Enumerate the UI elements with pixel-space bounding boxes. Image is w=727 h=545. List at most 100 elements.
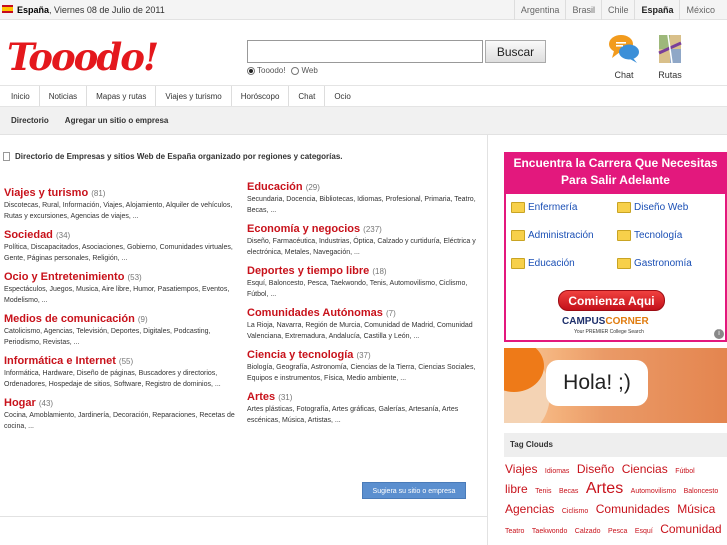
ad-item-link[interactable]: Administración [511, 230, 594, 241]
tag-link[interactable]: Diseño [577, 462, 614, 476]
tag-link[interactable]: Música [677, 502, 715, 516]
category-title[interactable]: Economía y negocios (237) [247, 223, 479, 236]
suggest-site-button[interactable]: Sugiera su sitio o empresa [362, 482, 466, 499]
ad-item-label[interactable]: Gastronomía [634, 258, 692, 269]
category-name[interactable]: Ocio y Entretenimiento [4, 271, 124, 283]
category-subcategories[interactable]: Secundaria, Docencia, Bibliotecas, Idiom… [247, 194, 479, 216]
tag-link[interactable]: Baloncesto [684, 488, 719, 495]
search-input[interactable] [247, 40, 483, 63]
ad-item-link[interactable]: Gastronomía [617, 258, 692, 269]
nav-item[interactable]: Viajes y turismo [156, 86, 232, 106]
ad-item-link[interactable]: Educación [511, 258, 575, 269]
category-block: Deportes y tiempo libre (18) Esquí, Balon… [247, 265, 479, 300]
tag-link[interactable]: Automovilismo [631, 488, 677, 495]
ad-item-link[interactable]: Tecnología [617, 230, 682, 241]
tag-link[interactable]: Artes [586, 480, 623, 497]
category-title[interactable]: Viajes y turismo (81) [4, 187, 236, 200]
category-subcategories[interactable]: Informática, Hardware, Diseño de páginas… [4, 368, 236, 390]
category-name[interactable]: Artes [247, 391, 275, 403]
tag-link[interactable]: Viajes [505, 462, 537, 476]
ad-item-link[interactable]: Diseño Web [617, 202, 688, 213]
radio-web[interactable] [291, 66, 300, 75]
tag-link[interactable]: Becas [559, 488, 578, 495]
tag-link[interactable]: Agencias [505, 502, 554, 516]
category-name[interactable]: Deportes y tiempo libre [247, 265, 369, 277]
tag-link[interactable]: Comunidades [596, 502, 670, 516]
category-count: (55) [118, 357, 134, 366]
tag-link[interactable]: Ciencias [622, 462, 668, 476]
tag-link[interactable]: Esquí [635, 528, 653, 535]
category-block: Economía y negocios (237) Diseño, Farmacé… [247, 223, 479, 258]
category-name[interactable]: Educación [247, 181, 303, 193]
folder-icon [617, 230, 631, 241]
country-link[interactable]: México [679, 0, 721, 20]
nav-item[interactable]: Horóscopo [232, 86, 290, 106]
subnav-item[interactable]: Agregar un sitio o empresa [57, 107, 177, 134]
category-title[interactable]: Artes (31) [247, 391, 479, 404]
nav-item[interactable]: Ocio [325, 86, 359, 106]
tag-link[interactable]: Tenis [535, 488, 551, 495]
category-title[interactable]: Hogar (43) [4, 397, 236, 410]
category-subcategories[interactable]: Catolicismo, Agencias, Televisión, Depor… [4, 326, 236, 348]
tag-link[interactable]: Teatro [505, 528, 524, 535]
tag-link[interactable]: libre [505, 482, 528, 496]
site-logo[interactable]: Tooodo! [7, 37, 159, 77]
nav-item[interactable]: Noticias [40, 86, 88, 106]
tag-link[interactable]: Calzado [575, 528, 601, 535]
tag-link[interactable]: Fútbol [675, 468, 694, 475]
nav-item[interactable]: Mapas y rutas [87, 86, 157, 106]
category-subcategories[interactable]: Artes plásticas, Fotografía, Artes gráfi… [247, 404, 479, 426]
tag-link[interactable]: Idiomas [545, 468, 570, 475]
ad-item-label[interactable]: Educación [528, 258, 575, 269]
ad-cta-button[interactable]: Comienza Aqui [558, 290, 665, 311]
category-subcategories[interactable]: Cocina, Amoblamiento, Jardinería, Decora… [4, 410, 236, 432]
category-subcategories[interactable]: Biología, Geografía, Astronomía, Ciencia… [247, 362, 479, 384]
category-name[interactable]: Ciencia y tecnología [247, 349, 353, 361]
ad-item-label[interactable]: Administración [528, 230, 594, 241]
tag-link[interactable]: Ciclismo [562, 508, 588, 515]
ad-item-link[interactable]: Enfermería [511, 202, 577, 213]
ad-item-label[interactable]: Enfermería [528, 202, 577, 213]
ad-item-label[interactable]: Diseño Web [634, 202, 688, 213]
category-title[interactable]: Deportes y tiempo libre (18) [247, 265, 479, 278]
radio-tooodo[interactable] [247, 66, 255, 75]
country-link[interactable]: Brasil [565, 0, 601, 20]
routes-tool[interactable]: Rutas [647, 33, 693, 80]
category-title[interactable]: Medios de comunicación (9) [4, 313, 236, 326]
category-title[interactable]: Ocio y Entretenimiento (53) [4, 271, 236, 284]
search-button[interactable]: Buscar [485, 40, 546, 63]
category-count: (43) [38, 399, 54, 408]
category-title[interactable]: Informática e Internet (55) [4, 355, 236, 368]
category-name[interactable]: Comunidades Autónomas [247, 307, 383, 319]
category-subcategories[interactable]: Política, Discapacitados, Asociaciones, … [4, 242, 236, 264]
category-subcategories[interactable]: Espectáculos, Juegos, Musica, Aire libre… [4, 284, 236, 306]
category-title[interactable]: Comunidades Autónomas (7) [247, 307, 479, 320]
category-title[interactable]: Sociedad (34) [4, 229, 236, 242]
campus-ad[interactable]: Encuentra la Carrera Que Necesitas Para … [504, 152, 727, 342]
tag-link[interactable]: Pesca [608, 528, 627, 535]
country-link[interactable]: Argentina [513, 0, 566, 20]
category-title[interactable]: Educación (29) [247, 181, 479, 194]
category-title[interactable]: Ciencia y tecnología (37) [247, 349, 479, 362]
tag-link[interactable]: Taekwondo [532, 528, 567, 535]
category-subcategories[interactable]: Diseño, Farmacéutica, Industrias, Óptica… [247, 236, 479, 258]
nav-item[interactable]: Inicio [2, 86, 40, 106]
category-name[interactable]: Informática e Internet [4, 355, 116, 367]
category-name[interactable]: Sociedad [4, 229, 53, 241]
category-name[interactable]: Hogar [4, 397, 36, 409]
category-subcategories[interactable]: Esquí, Baloncesto, Pesca, Taekwondo, Ten… [247, 278, 479, 300]
nav-item[interactable]: Chat [289, 86, 326, 106]
country-link[interactable]: Chile [600, 0, 635, 20]
hola-ad[interactable]: Hola! ;) [504, 348, 727, 423]
ad-info-icon[interactable]: i [714, 329, 724, 339]
subnav-item[interactable]: Directorio [3, 107, 57, 134]
category-name[interactable]: Economía y negocios [247, 223, 360, 235]
category-name[interactable]: Medios de comunicación [4, 313, 135, 325]
chat-tool[interactable]: Chat [601, 33, 647, 80]
ad-item-label[interactable]: Tecnología [634, 230, 682, 241]
category-subcategories[interactable]: La Rioja, Navarra, Región de Murcia, Com… [247, 320, 479, 342]
tag-link[interactable]: Comunidad [660, 522, 721, 536]
category-subcategories[interactable]: Discotecas, Rural, Información, Viajes, … [4, 200, 236, 222]
country-link[interactable]: España [634, 0, 679, 20]
category-name[interactable]: Viajes y turismo [4, 187, 88, 199]
